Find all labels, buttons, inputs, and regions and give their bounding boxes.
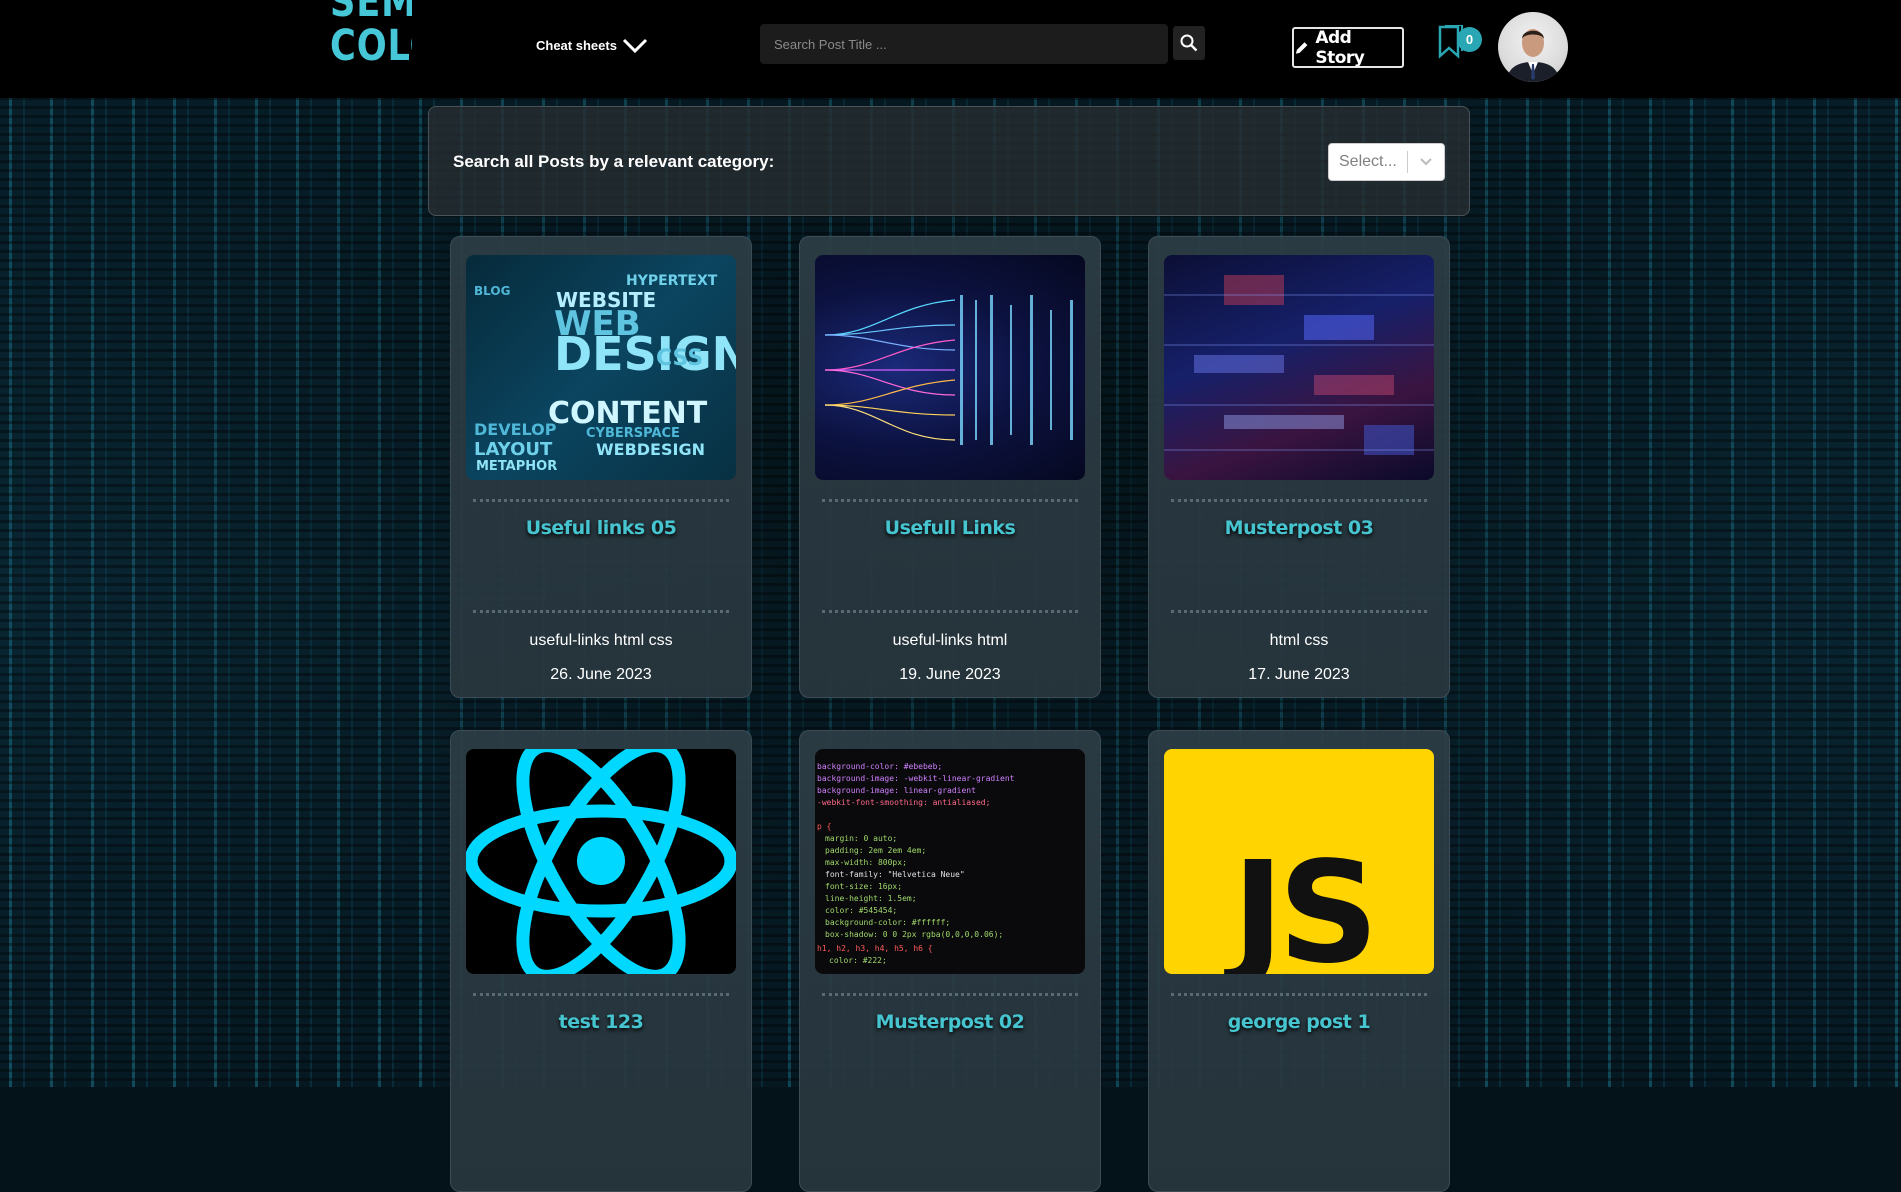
post-title[interactable]: Musterpost 02 [800,1011,1100,1033]
user-avatar[interactable] [1498,12,1568,82]
post-card[interactable]: DESIGN WEB WEBSITE HYPERTEXT CONTENT WEB… [450,236,752,698]
css-code-image: background-color: #ebebeb; background-im… [817,762,1015,965]
web-design-wordcloud-image: DESIGN WEB WEBSITE HYPERTEXT CONTENT WEB… [474,273,736,474]
post-title[interactable]: test 123 [451,1011,751,1033]
chevron-down-icon[interactable] [1408,157,1444,167]
divider [1171,993,1427,996]
svg-text:background-image: linear-gradi: background-image: linear-gradient [817,786,976,795]
svg-text:background-color: #ffffff;: background-color: #ffffff; [825,918,950,927]
post-date: 17. June 2023 [1248,666,1350,683]
svg-text:LAYOUT: LAYOUT [474,439,553,460]
svg-text:margin: 0 auto;: margin: 0 auto; [825,834,897,843]
divider [473,610,729,613]
post-card[interactable]: Usefull Links useful-links html 19. June… [799,236,1101,698]
search-icon [1180,34,1198,52]
category-filter-label: Search all Posts by a relevant category: [453,152,775,171]
post-thumbnail[interactable] [466,749,736,974]
svg-text:font-size: 16px;: font-size: 16px; [825,882,902,891]
svg-text:HYPERTEXT: HYPERTEXT [626,273,718,289]
svg-text:JS: JS [1224,832,1373,974]
svg-text:background-color: #ebebeb;: background-color: #ebebeb; [817,762,942,771]
post-date: 26. June 2023 [550,666,652,683]
post-title[interactable]: Useful links 05 [451,517,751,539]
post-thumbnail[interactable]: JS [1164,749,1434,974]
data-fibers-image [824,295,1073,445]
svg-text:WEBDESIGN: WEBDESIGN [596,440,705,459]
svg-text:METAPHOR: METAPHOR [476,459,557,474]
svg-text:line-height: 1.5em;: line-height: 1.5em; [825,894,917,903]
post-title[interactable]: george post 1 [1149,1011,1449,1033]
avatar-portrait [1506,29,1560,82]
post-date: 19. June 2023 [899,666,1001,683]
site-logo[interactable]: SEMI COLONS [330,0,412,92]
svg-text:padding: 2em 2em 4em;: padding: 2em 2em 4em; [825,846,926,855]
chevron-down-icon [622,38,647,54]
post-title[interactable]: Usefull Links [800,517,1100,539]
cheat-sheets-label: Cheat sheets [536,37,617,53]
svg-text:WEBSITE: WEBSITE [556,288,656,312]
post-tags[interactable]: useful-links html [800,632,1100,650]
post-card[interactable]: background-color: #ebebeb; background-im… [799,730,1101,1192]
category-select[interactable]: Select... [1328,143,1445,181]
search-button[interactable] [1173,26,1205,60]
post-card[interactable]: JS george post 1 [1148,730,1450,1192]
svg-text:color: #545454;: color: #545454; [825,906,897,915]
divider [1171,610,1427,613]
javascript-logo-icon: JS [1224,832,1379,974]
divider [822,499,1078,502]
divider [473,993,729,996]
post-card[interactable]: test 123 [450,730,752,1192]
svg-text:max-width: 800px;: max-width: 800px; [825,858,907,867]
svg-text:BLOG: BLOG [474,284,510,298]
post-thumbnail[interactable] [815,255,1085,480]
svg-text:CYBERSPACE: CYBERSPACE [586,426,680,441]
digital-city-image [1164,275,1434,455]
post-thumbnail[interactable]: background-color: #ebebeb; background-im… [815,749,1085,974]
category-filter-panel: Search all Posts by a relevant category:… [428,106,1470,216]
pencil-icon [1295,41,1308,54]
svg-text:p {: p { [817,822,831,831]
divider [473,499,729,502]
svg-text:h1, h2, h3, h4, h5, h6 {: h1, h2, h3, h4, h5, h6 { [817,944,933,953]
divider [822,610,1078,613]
add-story-label: Add Story [1315,27,1365,68]
search-input[interactable] [760,24,1168,64]
react-logo-icon [466,749,736,974]
top-navbar: SEMI COLONS Cheat sheets Add Story 0 [0,0,1901,98]
divider [822,993,1078,996]
post-thumbnail[interactable]: DESIGN WEB WEBSITE HYPERTEXT CONTENT WEB… [466,255,736,480]
divider [1171,499,1427,502]
cheat-sheets-dropdown[interactable]: Cheat sheets [536,36,649,54]
svg-text:box-shadow: 0 0 2px rgba(0,0,0: box-shadow: 0 0 2px rgba(0,0,0,0.06); [825,930,1003,939]
svg-text:-webkit-font-smoothing: antial: -webkit-font-smoothing: antialiased; [817,798,990,807]
add-story-button[interactable]: Add Story [1292,27,1404,68]
svg-text:color: #222;: color: #222; [829,956,887,965]
bookmark-count-badge: 0 [1457,27,1482,52]
post-tags[interactable]: html css [1149,632,1449,650]
svg-text:CSS: CSS [656,346,703,371]
logo-line-2: COLONS [330,21,412,71]
category-select-placeholder: Select... [1339,153,1397,170]
post-title[interactable]: Musterpost 03 [1149,517,1449,539]
post-tags[interactable]: useful-links html css [451,632,751,650]
svg-text:background-image: -webkit-line: background-image: -webkit-linear-gradien… [817,774,1015,783]
post-card[interactable]: Musterpost 03 html css 17. June 2023 [1148,236,1450,698]
post-thumbnail[interactable] [1164,255,1434,480]
svg-text:DEVELOP: DEVELOP [474,420,557,439]
svg-text:font-family: "Helvetica Neue": font-family: "Helvetica Neue" [825,870,965,879]
